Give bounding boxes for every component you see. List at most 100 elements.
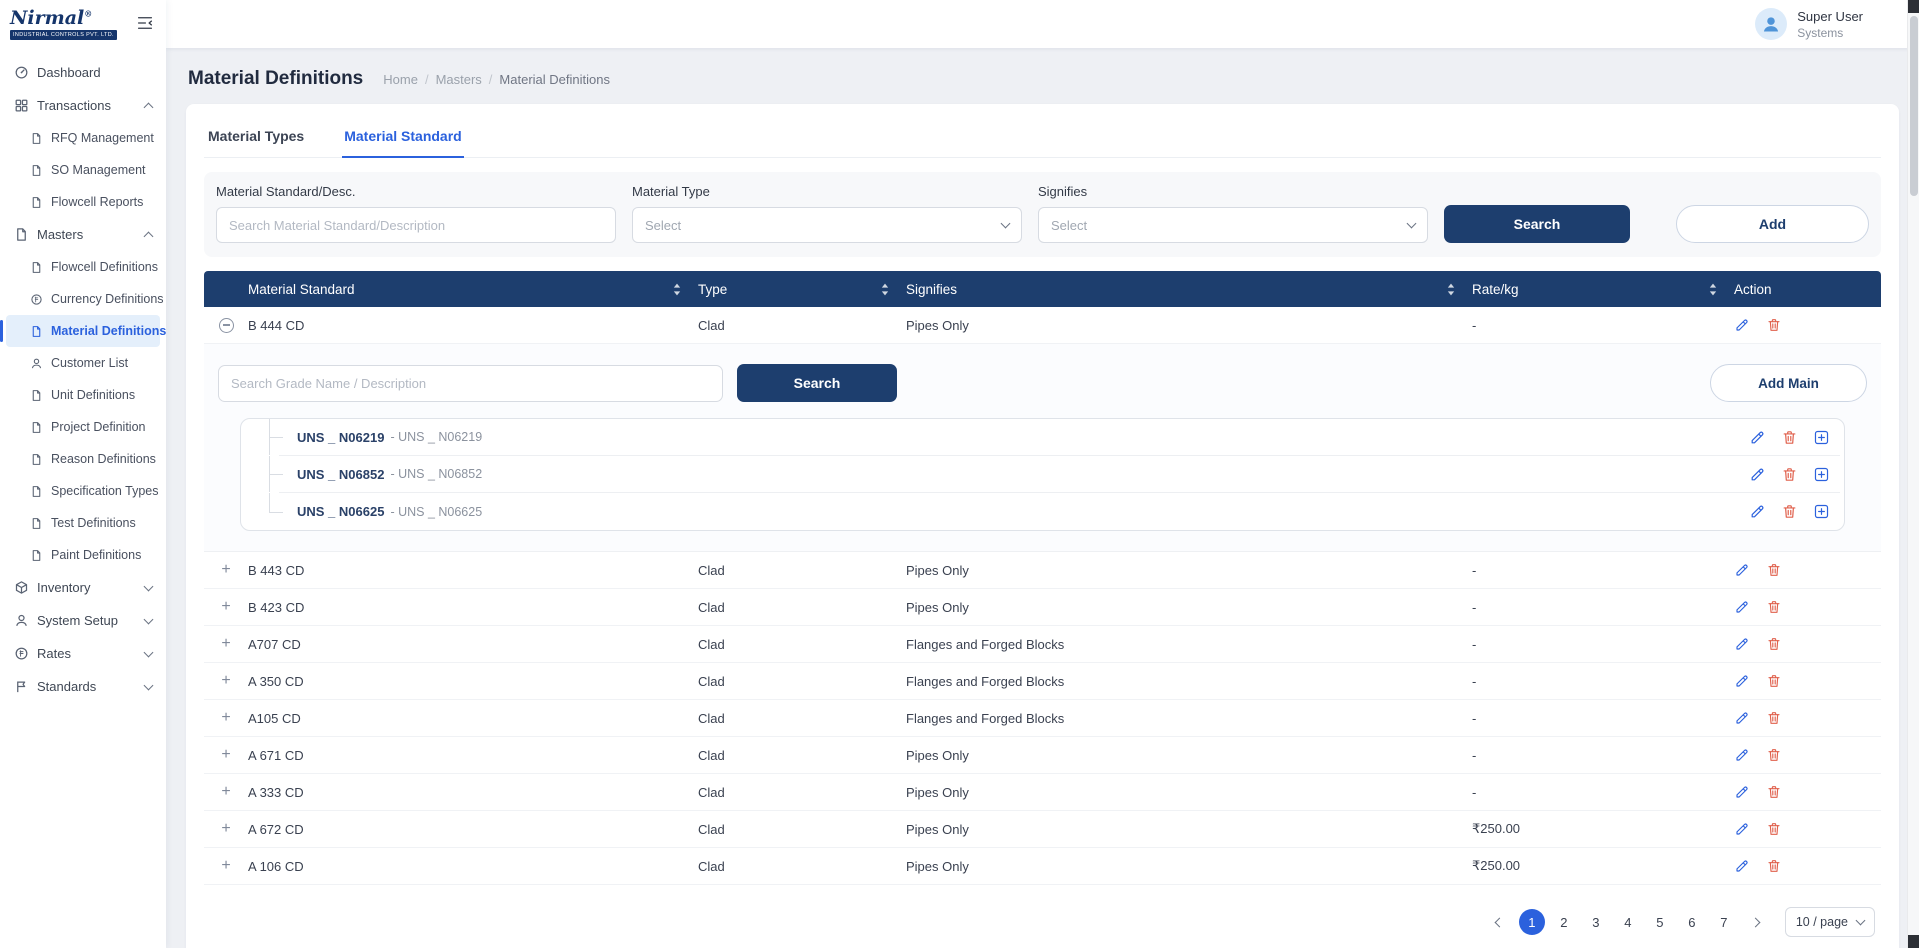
scrollbar-down-button[interactable] [1908, 935, 1919, 948]
edit-icon[interactable] [1749, 466, 1766, 483]
next-page-button[interactable] [1743, 909, 1769, 935]
menu-fold-icon[interactable] [136, 14, 156, 34]
delete-icon[interactable] [1766, 599, 1782, 615]
sort-icon[interactable] [1708, 282, 1718, 297]
delete-icon[interactable] [1766, 710, 1782, 726]
delete-icon[interactable] [1766, 317, 1782, 333]
expand-row-icon[interactable]: + [221, 747, 230, 763]
column-header-material-standard[interactable]: Material Standard [248, 282, 698, 297]
scrollbar-thumb[interactable] [1910, 16, 1918, 196]
edit-icon[interactable] [1734, 673, 1750, 689]
sidebar: Nirmal® INDUSTRIAL CONTROLS PVT. LTD. Da… [0, 0, 166, 948]
edit-icon[interactable] [1734, 317, 1750, 333]
edit-icon[interactable] [1734, 599, 1750, 615]
page-button[interactable]: 7 [1711, 909, 1737, 935]
breadcrumb-home[interactable]: Home [383, 72, 418, 87]
sidebar-item-specification-types[interactable]: Specification Types [6, 475, 160, 507]
page-button[interactable]: 3 [1583, 909, 1609, 935]
expand-row-icon[interactable]: + [221, 562, 230, 578]
page-button[interactable]: 2 [1551, 909, 1577, 935]
delete-icon[interactable] [1766, 562, 1782, 578]
sort-icon[interactable] [880, 282, 890, 297]
grade-search-button[interactable]: Search [737, 364, 897, 402]
column-header-rate[interactable]: Rate/kg [1472, 282, 1734, 297]
add-main-button[interactable]: Add Main [1710, 364, 1867, 402]
sidebar-item-project-definition[interactable]: Project Definition [6, 411, 160, 443]
delete-icon[interactable] [1781, 429, 1798, 446]
tab-material-types[interactable]: Material Types [206, 116, 306, 157]
sidebar-item-paint-definitions[interactable]: Paint Definitions [6, 539, 160, 571]
add-button[interactable]: Add [1676, 205, 1869, 243]
column-header-type[interactable]: Type [698, 282, 906, 297]
signifies-select[interactable]: Select [1038, 207, 1428, 243]
delete-icon[interactable] [1766, 821, 1782, 837]
scrollbar[interactable] [1907, 0, 1919, 948]
sidebar-item-inventory[interactable]: Inventory [6, 571, 160, 604]
sidebar-item-currency-definitions[interactable]: Currency Definitions [6, 283, 160, 315]
sidebar-item-rfq-management[interactable]: RFQ Management [6, 122, 160, 154]
delete-icon[interactable] [1781, 466, 1798, 483]
sort-icon[interactable] [1446, 282, 1456, 297]
delete-icon[interactable] [1766, 636, 1782, 652]
edit-icon[interactable] [1734, 562, 1750, 578]
sidebar-item-transactions[interactable]: Transactions [6, 89, 160, 122]
edit-icon[interactable] [1734, 636, 1750, 652]
material-type-select[interactable]: Select [632, 207, 1022, 243]
grade-search-input[interactable] [218, 365, 723, 402]
add-grade-icon[interactable] [1813, 466, 1830, 483]
sidebar-item-standards[interactable]: Standards [6, 670, 160, 703]
table-header: Material Standard Type Signifies Rate/kg… [204, 271, 1881, 307]
page-button[interactable]: 5 [1647, 909, 1673, 935]
sidebar-item-flowcell-definitions[interactable]: Flowcell Definitions [6, 251, 160, 283]
delete-icon[interactable] [1766, 858, 1782, 874]
expand-row-icon[interactable]: + [221, 858, 230, 874]
delete-icon[interactable] [1781, 503, 1798, 520]
scrollbar-up-button[interactable] [1908, 0, 1919, 13]
expand-row-icon[interactable]: + [221, 599, 230, 615]
page-button[interactable]: 4 [1615, 909, 1641, 935]
breadcrumb-masters[interactable]: Masters [436, 72, 482, 87]
search-button[interactable]: Search [1444, 205, 1630, 243]
page-button[interactable]: 1 [1519, 909, 1545, 935]
edit-icon[interactable] [1734, 858, 1750, 874]
sidebar-item-test-definitions[interactable]: Test Definitions [6, 507, 160, 539]
rfq-management-icon [30, 132, 43, 145]
edit-icon[interactable] [1749, 429, 1766, 446]
sidebar-item-customer-list[interactable]: Customer List [6, 347, 160, 379]
tab-material-standard[interactable]: Material Standard [342, 116, 463, 158]
column-header-signifies[interactable]: Signifies [906, 282, 1472, 297]
sidebar-item-so-management[interactable]: SO Management [6, 154, 160, 186]
add-grade-icon[interactable] [1813, 429, 1830, 446]
page-size-select[interactable]: 10 / page [1785, 907, 1875, 937]
sort-icon[interactable] [672, 282, 682, 297]
sidebar-item-flowcell-reports[interactable]: Flowcell Reports [6, 186, 160, 218]
collapse-row-icon[interactable] [219, 318, 234, 333]
expand-row-icon[interactable]: + [221, 710, 230, 726]
sidebar-item-label: Dashboard [37, 65, 101, 80]
user-menu[interactable]: Super User Systems [1755, 8, 1863, 40]
delete-icon[interactable] [1766, 673, 1782, 689]
sidebar-item-masters[interactable]: Masters [6, 218, 160, 251]
edit-icon[interactable] [1734, 784, 1750, 800]
prev-page-button[interactable] [1487, 909, 1513, 935]
add-grade-icon[interactable] [1813, 503, 1830, 520]
sidebar-item-system-setup[interactable]: System Setup [6, 604, 160, 637]
expand-row-icon[interactable]: + [221, 673, 230, 689]
expand-row-icon[interactable]: + [221, 821, 230, 837]
edit-icon[interactable] [1734, 747, 1750, 763]
sidebar-item-label: Paint Definitions [51, 548, 141, 562]
material-standard-search-input[interactable] [216, 207, 616, 243]
expand-row-icon[interactable]: + [221, 636, 230, 652]
sidebar-item-material-definitions[interactable]: Material Definitions [6, 315, 160, 347]
delete-icon[interactable] [1766, 747, 1782, 763]
edit-icon[interactable] [1734, 710, 1750, 726]
sidebar-item-reason-definitions[interactable]: Reason Definitions [6, 443, 160, 475]
page-button[interactable]: 6 [1679, 909, 1705, 935]
sidebar-item-unit-definitions[interactable]: Unit Definitions [6, 379, 160, 411]
expand-row-icon[interactable]: + [221, 784, 230, 800]
sidebar-item-dashboard[interactable]: Dashboard [6, 56, 160, 89]
edit-icon[interactable] [1734, 821, 1750, 837]
sidebar-item-rates[interactable]: Rates [6, 637, 160, 670]
edit-icon[interactable] [1749, 503, 1766, 520]
delete-icon[interactable] [1766, 784, 1782, 800]
